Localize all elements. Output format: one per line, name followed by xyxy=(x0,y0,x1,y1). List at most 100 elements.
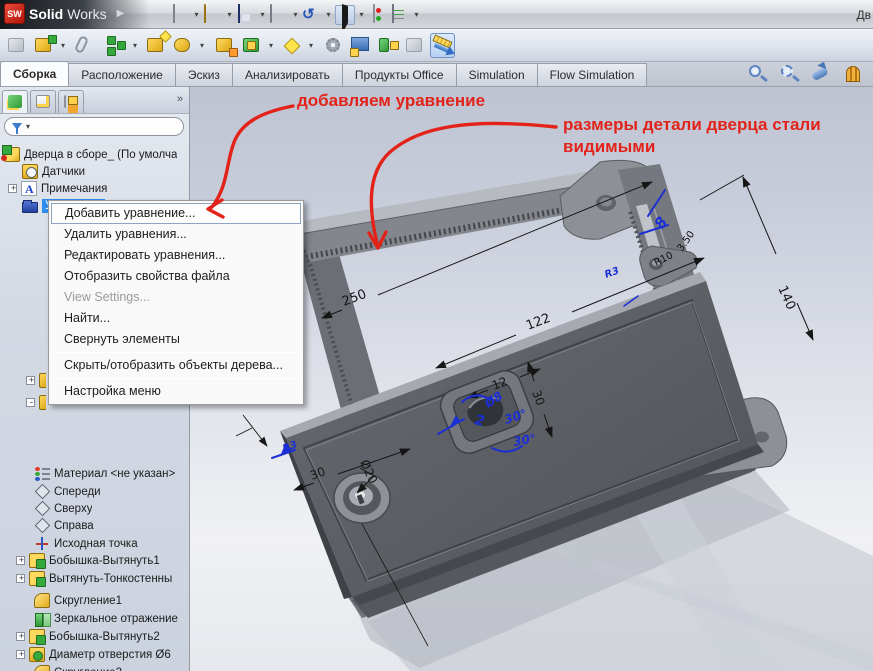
assembly-features-button[interactable]: ▾ xyxy=(240,33,265,58)
tree-item-front-plane[interactable]: Спереди xyxy=(0,483,189,500)
fillet-icon xyxy=(34,593,50,608)
dropdown-arrow[interactable]: ▾ xyxy=(309,41,313,50)
tab-office-products[interactable]: Продукты Office xyxy=(342,63,457,86)
tab-featuremanager-tree[interactable] xyxy=(2,90,28,113)
menu-item-show-file-properties[interactable]: Отобразить свойства файла xyxy=(51,266,301,287)
tree-item-hole-diameter[interactable]: Диаметр отверстия Ø6 xyxy=(0,646,189,663)
tab-propertymanager[interactable] xyxy=(30,90,56,113)
tree-item-label: Зеркальное отражение xyxy=(54,613,178,625)
smart-fasteners-button[interactable] xyxy=(144,33,169,58)
menu-item-find[interactable]: Найти... xyxy=(51,308,301,329)
expand-toggle[interactable] xyxy=(26,398,35,407)
solidworks-logo: SW SolidWorks ▶ xyxy=(4,3,124,24)
section-view-button[interactable] xyxy=(843,64,865,84)
insert-component-button[interactable]: ▾ xyxy=(32,33,57,58)
assembly-toolbar: ▾ ▾ ▾ ▾ ▾ xyxy=(0,29,873,62)
measure-button[interactable] xyxy=(430,33,455,58)
reference-geometry-button[interactable]: ▾ xyxy=(280,33,305,58)
exploded-view-button[interactable] xyxy=(376,33,401,58)
tree-item-fillet1[interactable]: Скругление1 xyxy=(0,592,189,609)
dropdown-arrow[interactable]: ▾ xyxy=(269,41,273,50)
tab-assembly[interactable]: Сборка xyxy=(0,61,69,86)
tree-item-annotations[interactable]: Примечания xyxy=(0,180,189,197)
tree-item-fillet2[interactable]: Скругление2 xyxy=(0,664,189,671)
attachments-button[interactable] xyxy=(70,33,95,58)
tree-item-sensors[interactable]: Датчики xyxy=(0,163,189,180)
expand-toggle[interactable] xyxy=(16,650,25,659)
simulation-gears-button[interactable] xyxy=(322,33,347,58)
dropdown-arrow[interactable]: ▾ xyxy=(192,5,201,25)
tab-flow-simulation[interactable]: Flow Simulation xyxy=(537,63,648,86)
hinge-mate-button[interactable]: ▾ xyxy=(171,33,196,58)
menu-item-hide-show-tree-items[interactable]: Скрыть/отобразить объекты дерева... xyxy=(51,355,301,376)
open-document-button[interactable] xyxy=(203,5,223,25)
tree-item-right-plane[interactable]: Справа xyxy=(0,517,189,534)
application-window: 250 122 140 30 Ø20 12 30 8 3.50 R10 R3 R… xyxy=(0,0,873,671)
tab-evaluate[interactable]: Анализировать xyxy=(232,63,343,86)
move-badge xyxy=(229,48,238,57)
design-checker-button[interactable] xyxy=(390,5,410,25)
dim-140[interactable]: 140 xyxy=(774,284,798,313)
new-document-button[interactable] xyxy=(170,5,190,25)
tab-configurationmanager[interactable] xyxy=(58,90,84,113)
rebuild-button[interactable] xyxy=(368,5,388,25)
equations-folder-icon xyxy=(22,202,38,213)
select-button[interactable] xyxy=(335,5,355,25)
zoom-fit-button[interactable] xyxy=(747,64,769,84)
expand-toggle[interactable] xyxy=(16,556,25,565)
dropdown-arrow[interactable]: ▾ xyxy=(412,5,421,25)
tree-item-thin-extrude[interactable]: Вытянуть-Тонкостенны xyxy=(0,570,189,587)
tree-item-label: Бобышка-Вытянуть1 xyxy=(49,555,160,567)
edit-component-button[interactable] xyxy=(5,33,30,58)
tree-item-boss-extrude1[interactable]: Бобышка-Вытянуть1 xyxy=(0,552,189,569)
tree-item-boss-extrude2[interactable]: Бобышка-Вытянуть2 xyxy=(0,628,189,645)
tree-item-mirror1[interactable]: Зеркальное отражение xyxy=(0,610,189,627)
save-button[interactable] xyxy=(236,5,256,25)
dropdown-arrow[interactable]: ▾ xyxy=(258,5,267,25)
tree-item-root[interactable]: Дверца в сборе_ (По умолча xyxy=(0,146,189,163)
menu-item-edit-equations[interactable]: Редактировать уравнения... xyxy=(51,245,301,266)
tab-sketch[interactable]: Эскиз xyxy=(175,63,233,86)
mate-button[interactable]: ▾ xyxy=(104,33,129,58)
expand-toggle[interactable] xyxy=(26,376,35,385)
expand-toggle[interactable] xyxy=(16,574,25,583)
menu-item-collapse-items[interactable]: Свернуть элементы xyxy=(51,329,301,350)
tree-item-origin[interactable]: Исходная точка xyxy=(0,535,189,552)
tree-item-label: Датчики xyxy=(42,166,85,178)
filter-dropdown-arrow[interactable]: ▾ xyxy=(26,122,30,131)
zoom-area-button[interactable] xyxy=(779,64,801,84)
tree-item-top-plane[interactable]: Сверху xyxy=(0,500,189,517)
dropdown-arrow[interactable]: ▾ xyxy=(291,5,300,25)
panel-overflow-chevron[interactable]: » xyxy=(177,93,183,105)
dropdown-arrow[interactable]: ▾ xyxy=(357,5,366,25)
bom-table-button[interactable] xyxy=(349,33,374,58)
door-lock[interactable] xyxy=(334,473,390,523)
tree-item-label: Скругление1 xyxy=(54,595,122,607)
instant3d-button[interactable] xyxy=(403,33,428,58)
dropdown-arrow[interactable]: ▾ xyxy=(61,41,65,50)
tree-item-material[interactable]: Материал <не указан> xyxy=(0,465,189,482)
undo-button[interactable]: ↺ xyxy=(302,5,322,25)
tab-simulation[interactable]: Simulation xyxy=(456,63,538,86)
previous-view-button[interactable] xyxy=(811,64,833,84)
menu-expand-arrow[interactable]: ▶ xyxy=(117,8,125,19)
dropdown-arrow[interactable]: ▾ xyxy=(324,5,333,25)
menu-item-customize-menu[interactable]: Настройка меню xyxy=(51,381,301,402)
origin-icon xyxy=(34,536,50,551)
expand-toggle[interactable] xyxy=(8,184,17,193)
featuremanager-header: » xyxy=(0,87,189,114)
dropdown-arrow[interactable]: ▾ xyxy=(200,41,204,50)
tree-item-label: Скругление2 xyxy=(54,667,122,671)
brand-light: Works xyxy=(67,6,106,22)
menu-item-delete-equations[interactable]: Удалить уравнения... xyxy=(51,224,301,245)
menu-item-add-equation[interactable]: Добавить уравнение... xyxy=(51,203,301,224)
move-component-button[interactable] xyxy=(213,33,238,58)
dropdown-arrow[interactable]: ▾ xyxy=(133,41,137,50)
dropdown-arrow[interactable]: ▾ xyxy=(225,5,234,25)
expand-toggle[interactable] xyxy=(16,632,25,641)
print-button[interactable] xyxy=(269,5,289,25)
save-floppy-icon xyxy=(238,4,240,23)
tree-filter-input[interactable]: ▾ xyxy=(4,117,184,136)
tab-layout[interactable]: Расположение xyxy=(68,63,176,86)
tree-item-label: Исходная точка xyxy=(54,538,138,550)
